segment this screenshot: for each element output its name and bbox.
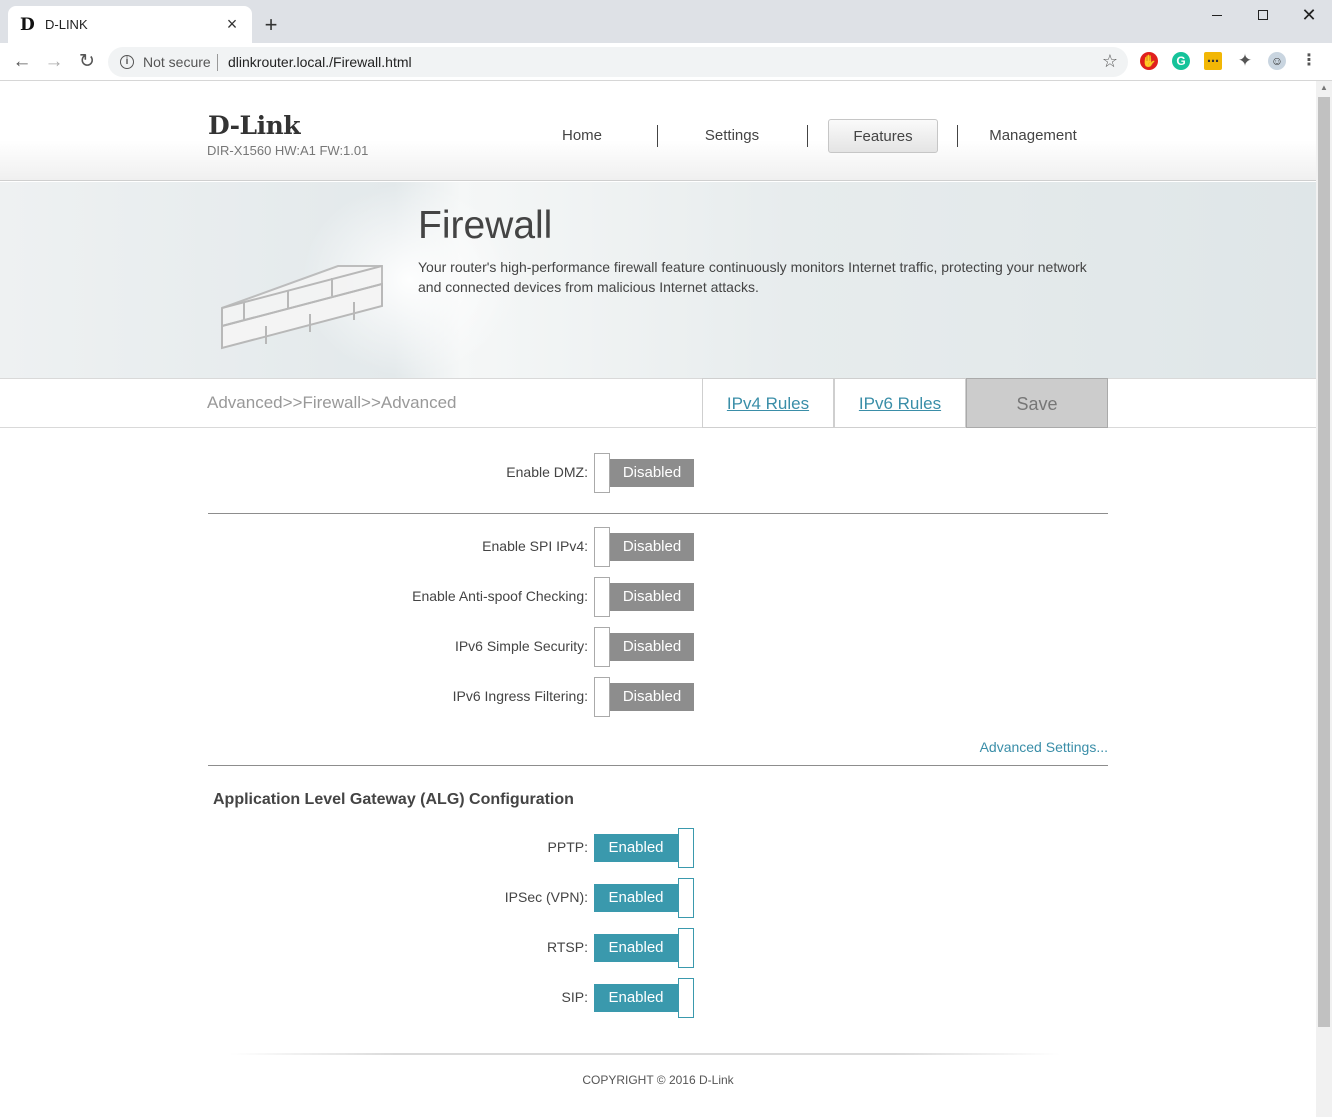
ipv6-ingress-toggle[interactable]: Disabled <box>594 677 696 717</box>
menu-home[interactable]: Home <box>528 119 636 153</box>
toggle-state[interactable]: Disabled <box>610 533 694 561</box>
setting-row-anti-spoof: Enable Anti-spoof Checking: Disabled <box>208 577 1108 617</box>
pptp-toggle[interactable]: Enabled <box>594 828 696 868</box>
new-tab-icon[interactable]: + <box>260 14 282 36</box>
toggle-knob[interactable] <box>594 677 610 717</box>
ipv6-simple-security-toggle[interactable]: Disabled <box>594 627 696 667</box>
ipv6-simple-security-label: IPv6 Simple Security: <box>454 638 588 654</box>
advanced-settings-link[interactable]: Advanced Settings... <box>980 739 1108 755</box>
dlink-logo: D-Link <box>208 111 301 140</box>
setting-row-spi-ipv4: Enable SPI IPv4: Disabled <box>208 527 1108 567</box>
ipsec-label: IPSec (VPN): <box>504 889 588 905</box>
section-divider <box>208 513 1108 514</box>
extensions-icon[interactable]: ✦ <box>1236 52 1254 70</box>
toggle-knob[interactable] <box>594 453 610 493</box>
toggle-knob[interactable] <box>594 627 610 667</box>
alg-section-title: Application Level Gateway (ALG) Configur… <box>213 791 574 808</box>
dlink-favicon-icon: D <box>20 15 35 35</box>
spi-ipv4-toggle[interactable]: Disabled <box>594 527 696 567</box>
toggle-knob[interactable] <box>678 878 694 918</box>
url-text[interactable]: dlinkrouter.local./Firewall.html <box>228 54 412 70</box>
scroll-thumb[interactable] <box>1318 97 1330 1027</box>
toggle-state[interactable]: Enabled <box>594 934 678 962</box>
alg-row-rtsp: RTSP: Enabled <box>208 928 1108 968</box>
brick-wall-icon <box>221 265 383 350</box>
window-close-icon[interactable]: ✕ <box>1286 0 1332 32</box>
alg-row-ipsec: IPSec (VPN): Enabled <box>208 878 1108 918</box>
breadcrumb: Advanced>>Firewall>>Advanced <box>207 393 457 412</box>
tab-title: D-LINK <box>45 17 88 32</box>
anti-spoof-label: Enable Anti-spoof Checking: <box>412 588 588 604</box>
maximize-icon[interactable] <box>1240 0 1286 32</box>
notes-icon[interactable]: ⋯ <box>1204 52 1222 70</box>
ipv4-rules-link[interactable]: IPv4 Rules <box>702 378 834 428</box>
alg-row-sip: SIP: Enabled <box>208 978 1108 1018</box>
toggle-state[interactable]: Enabled <box>594 984 678 1012</box>
section-divider <box>208 765 1108 766</box>
page-viewport: D-Link DIR-X1560 HW:A1 FW:1.01 Home Sett… <box>0 81 1316 1117</box>
menu-icon[interactable]: ⋮ <box>1300 52 1318 70</box>
copyright-text: COPYRIGHT © 2016 D-Link <box>582 1073 734 1087</box>
toggle-knob[interactable] <box>594 577 610 617</box>
reload-icon[interactable]: ↻ <box>75 50 99 74</box>
minimize-icon[interactable] <box>1194 0 1240 32</box>
dmz-label: Enable DMZ: <box>506 464 588 480</box>
sip-label: SIP: <box>561 989 588 1005</box>
toggle-state[interactable]: Disabled <box>610 583 694 611</box>
forward-icon[interactable]: → <box>42 50 66 74</box>
toggle-state[interactable]: Disabled <box>610 633 694 661</box>
toggle-knob[interactable] <box>678 928 694 968</box>
browser-toolbar: ← → ↻ i Not secure dlinkrouter.local./Fi… <box>0 43 1332 81</box>
toggle-knob[interactable] <box>678 978 694 1018</box>
model-info: DIR-X1560 HW:A1 FW:1.01 <box>207 143 369 158</box>
page-banner: Firewall Your router's high-performance … <box>0 182 1316 378</box>
tab-close-icon[interactable]: × <box>222 14 242 34</box>
toggle-state[interactable]: Disabled <box>610 683 694 711</box>
browser-tabstrip: D D-LINK × + ✕ <box>0 0 1332 43</box>
toggle-knob[interactable] <box>594 527 610 567</box>
setting-row-ipv6-simple-security: IPv6 Simple Security: Disabled <box>208 627 1108 667</box>
menu-features[interactable]: Features <box>828 119 938 153</box>
info-icon[interactable]: i <box>120 55 134 69</box>
toggle-state[interactable]: Disabled <box>610 459 694 487</box>
pptp-label: PPTP: <box>547 839 588 855</box>
toggle-knob[interactable] <box>678 828 694 868</box>
page-description: Your router's high-performance firewall … <box>418 259 1087 295</box>
page-title: Firewall <box>418 204 553 247</box>
rtsp-label: RTSP: <box>547 939 588 955</box>
rtsp-toggle[interactable]: Enabled <box>594 928 696 968</box>
ipv6-ingress-label: IPv6 Ingress Filtering: <box>452 688 588 704</box>
toggle-state[interactable]: Enabled <box>594 884 678 912</box>
address-bar[interactable]: i Not secure dlinkrouter.local./Firewall… <box>108 47 1128 77</box>
vertical-scrollbar[interactable]: ▲ <box>1316 81 1332 1117</box>
site-header: D-Link DIR-X1560 HW:A1 FW:1.01 Home Sett… <box>0 81 1316 181</box>
setting-row-dmz: Enable DMZ: Disabled <box>208 453 1108 493</box>
anti-spoof-toggle[interactable]: Disabled <box>594 577 696 617</box>
menu-management[interactable]: Management <box>978 119 1088 153</box>
menu-separator <box>657 125 658 147</box>
toggle-state[interactable]: Enabled <box>594 834 678 862</box>
grammarly-icon[interactable]: G <box>1172 52 1190 70</box>
menu-separator <box>807 125 808 147</box>
menu-separator <box>957 125 958 147</box>
spi-ipv4-label: Enable SPI IPv4: <box>482 538 588 554</box>
menu-settings[interactable]: Settings <box>678 119 786 153</box>
profile-icon[interactable]: ☺ <box>1268 52 1286 70</box>
save-button[interactable]: Save <box>966 378 1108 428</box>
back-icon[interactable]: ← <box>10 50 34 74</box>
sip-toggle[interactable]: Enabled <box>594 978 696 1018</box>
scroll-up-icon[interactable]: ▲ <box>1320 83 1328 92</box>
security-label[interactable]: Not secure <box>143 54 211 70</box>
star-icon[interactable]: ☆ <box>1102 51 1118 72</box>
ipv6-rules-link[interactable]: IPv6 Rules <box>834 378 966 428</box>
alg-row-pptp: PPTP: Enabled <box>208 828 1108 868</box>
sub-navigation: Advanced>>Firewall>>Advanced IPv4 Rules … <box>0 378 1316 428</box>
dmz-toggle[interactable]: Disabled <box>594 453 696 493</box>
setting-row-ipv6-ingress: IPv6 Ingress Filtering: Disabled <box>208 677 1108 717</box>
adblock-icon[interactable]: ✋ <box>1140 52 1158 70</box>
footer-divider <box>230 1053 1060 1055</box>
browser-tab[interactable]: D D-LINK × <box>8 6 252 43</box>
ipsec-toggle[interactable]: Enabled <box>594 878 696 918</box>
omnibox-divider <box>217 54 218 71</box>
